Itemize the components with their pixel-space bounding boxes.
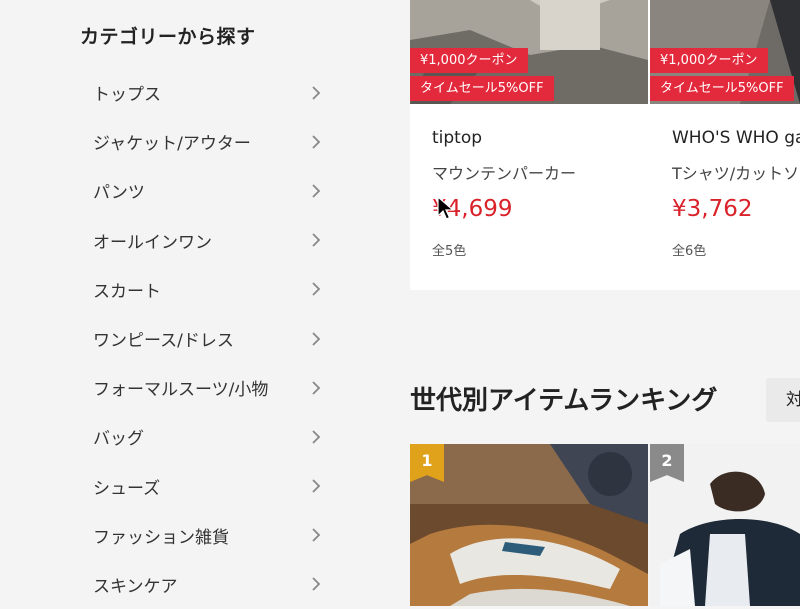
product-card[interactable]: ¥1,000クーポン タイムセール5%OFF WHO'S WHO gallery… [650,0,800,290]
chevron-right-icon [312,430,321,444]
chevron-right-icon [312,85,321,100]
chevron-right-icon [312,184,321,198]
category-label: フォーマルスーツ/小物 [93,380,269,401]
chevron-right-icon [312,479,321,493]
sale-badge: タイムセール5%OFF [650,76,794,101]
sidebar-title: カテゴリーから探す [80,26,256,48]
product-price: ¥3,762 [672,196,753,222]
category-label: ワンピース/ドレス [93,331,234,352]
mouse-cursor-icon [437,196,455,220]
category-label: シューズ [93,478,161,499]
ranking-item[interactable]: 2 [650,444,800,606]
category-item-tops[interactable]: トップス [93,68,333,117]
main-content: ¥1,000クーポン タイムセール5%OFF tiptop マウンテンパーカー … [410,0,800,606]
chevron-right-icon [312,233,321,247]
category-item-accessories[interactable]: ファッション雑貨 [93,511,333,560]
product-image[interactable]: ¥1,000クーポン タイムセール5%OFF [410,0,648,104]
target-selector-button[interactable]: 対象 [766,378,800,422]
category-item-pants[interactable]: パンツ [93,166,333,215]
category-item-skirts[interactable]: スカート [93,265,333,314]
chevron-right-icon [312,381,321,395]
product-name[interactable]: Tシャツ/カットソー [672,160,800,184]
ranking-photo [410,444,648,606]
product-brand[interactable]: WHO'S WHO gallery [672,128,800,148]
category-label: オールインワン [93,232,212,253]
product-color-count: 全6色 [672,244,707,259]
category-label: トップス [93,85,161,106]
chevron-right-icon [312,331,321,346]
category-label: バッグ [93,429,144,450]
sale-badge: タイムセール5%OFF [410,76,554,101]
category-item-bags[interactable]: バッグ [93,412,333,461]
coupon-badge: ¥1,000クーポン [410,48,528,73]
product-card[interactable]: ¥1,000クーポン タイムセール5%OFF tiptop マウンテンパーカー … [410,0,650,290]
chevron-right-icon [312,528,321,542]
category-item-skincare[interactable]: スキンケア [93,560,333,609]
category-label: ファッション雑貨 [93,527,229,548]
product-brand[interactable]: tiptop [432,128,482,148]
product-color-count: 全5色 [432,244,467,259]
product-carousel: ¥1,000クーポン タイムセール5%OFF tiptop マウンテンパーカー … [410,0,800,290]
product-image[interactable]: ¥1,000クーポン タイムセール5%OFF [650,0,800,104]
ranking-section-title: 世代別アイテムランキング [410,386,718,416]
category-label: スカート [93,281,161,302]
category-list: トップス ジャケット/アウター パンツ オールインワン スカート ワンピース/ド… [93,68,333,609]
coupon-badge: ¥1,000クーポン [650,48,768,73]
category-label: パンツ [93,183,145,204]
chevron-right-icon [312,282,321,296]
category-sidebar: カテゴリーから探す トップス ジャケット/アウター パンツ オールインワン スカ… [0,0,400,606]
ranking-item[interactable]: 1 [410,444,648,606]
category-item-dresses[interactable]: ワンピース/ドレス [93,314,333,363]
category-item-shoes[interactable]: シューズ [93,462,333,511]
category-label: ジャケット/アウター [93,134,251,155]
product-name[interactable]: マウンテンパーカー [432,160,576,184]
category-label: スキンケア [93,576,178,597]
category-item-jackets[interactable]: ジャケット/アウター [93,117,333,166]
category-item-formal[interactable]: フォーマルスーツ/小物 [93,363,333,412]
category-item-allinone[interactable]: オールインワン [93,216,333,265]
chevron-right-icon [312,135,321,149]
chevron-right-icon [312,577,321,592]
